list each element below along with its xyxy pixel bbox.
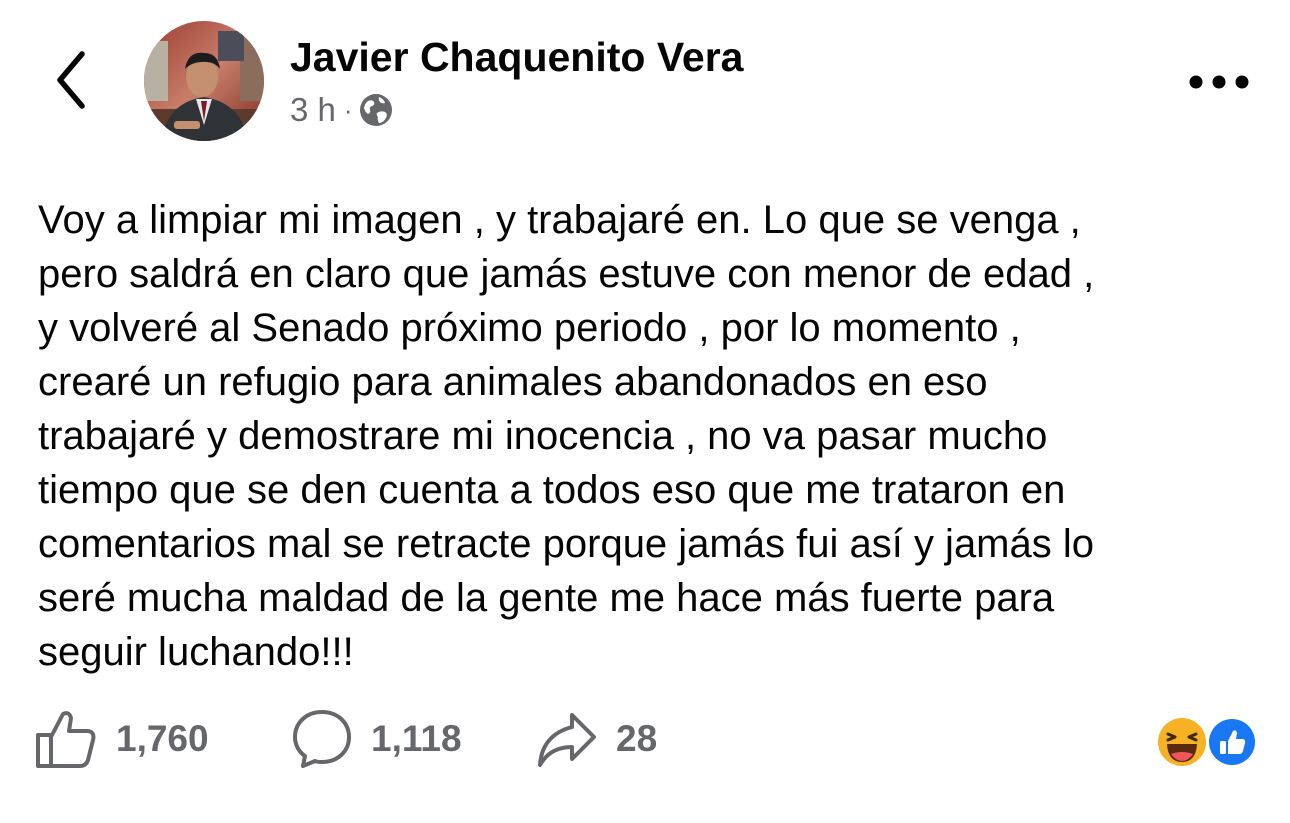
more-horizontal-icon bbox=[1189, 75, 1249, 89]
globe-icon[interactable] bbox=[359, 93, 393, 127]
chevron-left-icon bbox=[57, 51, 85, 109]
author-name[interactable]: Javier Chaquenito Vera bbox=[290, 34, 743, 81]
haha-reaction-icon bbox=[1158, 718, 1206, 766]
share-button[interactable]: 28 bbox=[536, 706, 657, 772]
share-arrow-icon bbox=[538, 713, 596, 767]
reaction-icons bbox=[1158, 716, 1258, 768]
like-button[interactable]: 1,760 bbox=[34, 706, 209, 772]
share-count: 28 bbox=[616, 718, 658, 759]
post-meta: 3 h · bbox=[290, 90, 393, 130]
post-timestamp[interactable]: 3 h bbox=[290, 91, 336, 129]
thumbs-up-icon bbox=[36, 711, 96, 768]
more-options-button[interactable] bbox=[1186, 62, 1252, 102]
post-text: Voy a limpiar mi imagen , y trabajaré en… bbox=[38, 198, 1095, 674]
comment-button[interactable]: 1,118 bbox=[291, 706, 462, 772]
comment-bubble-icon bbox=[293, 710, 351, 768]
avatar-photo bbox=[144, 21, 264, 141]
back-button[interactable] bbox=[44, 51, 100, 109]
like-reaction-icon bbox=[1206, 716, 1258, 768]
comment-count: 1,118 bbox=[371, 718, 462, 759]
meta-separator: · bbox=[343, 94, 353, 125]
like-count: 1,760 bbox=[116, 718, 209, 759]
reactions-summary[interactable] bbox=[1156, 714, 1260, 770]
avatar[interactable] bbox=[144, 21, 264, 141]
